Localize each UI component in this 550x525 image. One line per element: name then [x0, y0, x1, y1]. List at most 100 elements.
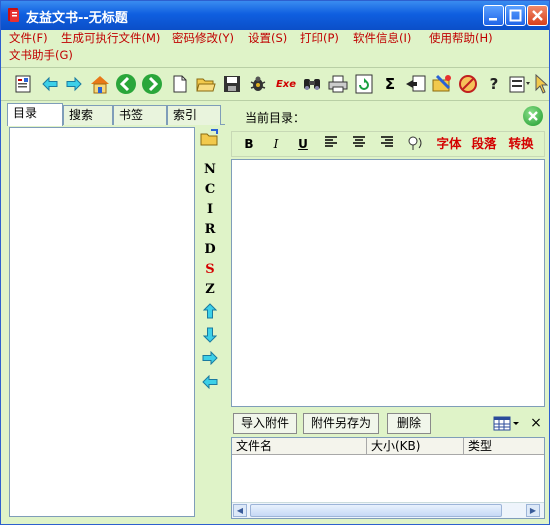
back-button[interactable] — [39, 73, 61, 95]
minimize-button[interactable] — [483, 5, 504, 26]
tool-n[interactable]: N — [198, 161, 222, 179]
import-button[interactable] — [405, 73, 427, 95]
green-back-button[interactable] — [115, 73, 137, 95]
tab-catalog[interactable]: 目录 — [7, 103, 63, 126]
convert-button[interactable]: 转换 — [506, 135, 536, 153]
bold-button[interactable]: B — [240, 135, 258, 153]
align-center-icon — [353, 136, 365, 147]
new-document-button[interactable] — [169, 73, 191, 95]
catalog-button[interactable] — [13, 73, 35, 95]
align-left-button[interactable] — [322, 135, 340, 153]
tool-z[interactable]: Z — [198, 281, 222, 299]
catalog-tree[interactable] — [9, 127, 195, 517]
save-icon — [224, 76, 240, 92]
move-left-button[interactable] — [198, 374, 222, 393]
left-panel: 目录 搜索 书签 索引 N C I R D S Z — [3, 103, 225, 521]
align-left-icon — [325, 136, 337, 147]
pointer-button[interactable] — [533, 73, 549, 95]
move-down-button[interactable] — [198, 327, 222, 345]
help-icon: ? — [489, 75, 499, 93]
tools-icon — [432, 74, 451, 92]
main-window: 友益文书--无标题 文件(F) 生成可执行文件(M) 密码修改(Y) 设置(S)… — [0, 0, 550, 525]
new-document-icon — [173, 75, 187, 93]
maximize-button[interactable] — [505, 5, 526, 26]
align-right-button[interactable] — [378, 135, 396, 153]
open-folder-tool[interactable] — [198, 129, 222, 147]
find-button[interactable] — [301, 73, 323, 95]
properties-button[interactable] — [509, 73, 531, 95]
refresh-button[interactable] — [353, 73, 375, 95]
document-editor[interactable] — [231, 159, 545, 407]
scroll-left-arrow[interactable]: ◀ — [233, 504, 247, 517]
close-panel-button[interactable] — [523, 106, 543, 126]
properties-icon — [509, 76, 530, 93]
home-icon — [91, 76, 109, 94]
tab-search[interactable]: 搜索 — [63, 105, 113, 125]
tab-index[interactable]: 索引 — [167, 105, 221, 125]
horizontal-scrollbar[interactable]: ◀ ▶ — [232, 502, 544, 518]
stop-button[interactable] — [457, 73, 479, 95]
right-arrow-icon — [202, 350, 218, 366]
save-attachment-as-button[interactable]: 附件另存为 — [303, 413, 379, 434]
exe-button[interactable]: Exe — [273, 73, 299, 95]
close-window-button[interactable] — [527, 5, 548, 26]
menu-password[interactable]: 密码修改(Y) — [172, 30, 234, 46]
menu-file[interactable]: 文件(F) — [9, 30, 48, 46]
speech-button[interactable] — [406, 135, 426, 153]
pointer-icon — [535, 74, 548, 94]
up-arrow-icon — [202, 303, 218, 319]
import-icon — [406, 75, 426, 92]
help-button[interactable]: ? — [483, 73, 505, 95]
green-forward-button[interactable] — [141, 73, 163, 95]
column-filename[interactable]: 文件名 — [232, 438, 367, 455]
refresh-icon — [355, 74, 373, 94]
font-button[interactable]: 字体 — [434, 135, 464, 153]
import-attachment-button[interactable]: 导入附件 — [233, 413, 297, 434]
green-forward-icon — [142, 74, 162, 94]
menu-build-exe[interactable]: 生成可执行文件(M) — [61, 30, 160, 46]
scroll-thumb[interactable] — [250, 504, 502, 517]
move-right-button[interactable] — [198, 350, 222, 369]
format-toolbar: B I U 字体 段落 转换 — [231, 131, 545, 157]
sum-button[interactable]: Σ — [379, 73, 401, 95]
tool-d[interactable]: D — [198, 241, 222, 259]
column-size[interactable]: 大小(KB) — [367, 438, 464, 455]
italic-button[interactable]: I — [267, 135, 285, 153]
attachment-list[interactable]: 文件名 大小(KB) 类型 ◀ ▶ — [231, 437, 545, 519]
save-button[interactable] — [221, 73, 243, 95]
align-right-icon — [381, 136, 393, 147]
column-type[interactable]: 类型 — [464, 438, 544, 455]
underline-button[interactable]: U — [294, 135, 312, 153]
catalog-icon — [15, 75, 31, 93]
scroll-right-arrow[interactable]: ▶ — [526, 504, 540, 517]
tool-i[interactable]: I — [198, 201, 222, 219]
open-button[interactable] — [195, 73, 217, 95]
title-bar[interactable]: 友益文书--无标题 — [1, 1, 549, 30]
tab-bookmarks[interactable]: 书签 — [113, 105, 167, 125]
tools-button[interactable] — [431, 73, 453, 95]
forward-arrow-icon — [66, 76, 82, 92]
menu-print[interactable]: 打印(P) — [300, 30, 339, 46]
exe-icon: Exe — [275, 78, 297, 90]
debug-button[interactable] — [247, 73, 269, 95]
home-button[interactable] — [89, 73, 111, 95]
print-button[interactable] — [327, 73, 349, 95]
close-attachments-button[interactable]: × — [529, 415, 543, 431]
delete-attachment-button[interactable]: 删除 — [387, 413, 431, 434]
forward-button[interactable] — [63, 73, 85, 95]
green-back-icon — [116, 74, 136, 94]
binoculars-icon — [304, 79, 320, 90]
tool-r[interactable]: R — [198, 221, 222, 239]
down-arrow-icon — [202, 327, 218, 343]
sigma-icon: Σ — [384, 75, 396, 93]
menu-software-info[interactable]: 软件信息(I) — [353, 30, 411, 46]
menu-help[interactable]: 使用帮助(H) — [429, 30, 493, 46]
align-center-button[interactable] — [350, 135, 368, 153]
paragraph-button[interactable]: 段落 — [469, 135, 499, 153]
menu-settings[interactable]: 设置(S) — [248, 30, 287, 46]
move-up-button[interactable] — [198, 303, 222, 321]
view-options-button[interactable] — [493, 416, 521, 432]
menu-assistant[interactable]: 文书助手(G) — [9, 47, 73, 63]
tool-s[interactable]: S — [198, 261, 222, 279]
tool-c[interactable]: C — [198, 181, 222, 199]
